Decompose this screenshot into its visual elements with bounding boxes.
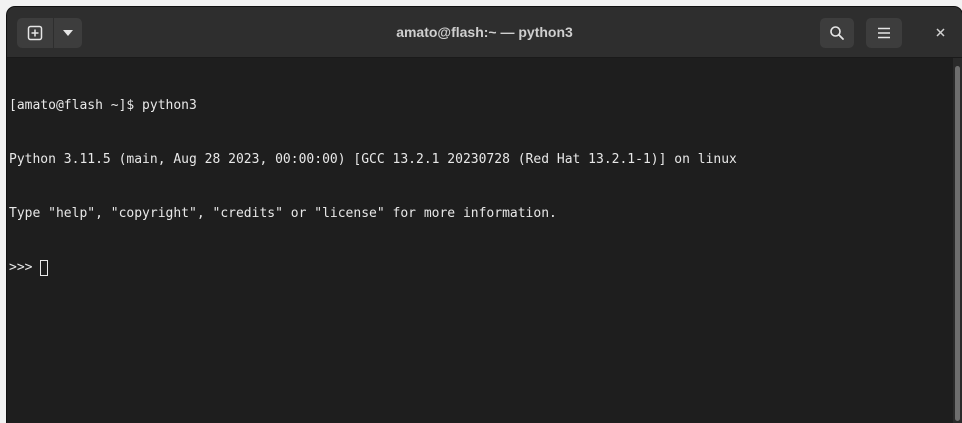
terminal-output[interactable]: [amato@flash ~]$ python3 Python 3.11.5 (… bbox=[7, 58, 953, 423]
terminal-prompt-line[interactable]: >>> bbox=[9, 259, 953, 277]
window-title: amato@flash:~ — python3 bbox=[396, 24, 573, 40]
terminal-line: Type "help", "copyright", "credits" or "… bbox=[9, 206, 557, 221]
terminal-line: [amato@flash ~]$ python3 bbox=[9, 98, 197, 113]
scrollbar[interactable] bbox=[953, 58, 962, 423]
terminal-window: amato@flash:~ — python3 [amato@flash ~]$… bbox=[7, 7, 962, 423]
new-tab-button[interactable] bbox=[17, 18, 53, 48]
scrollbar-thumb[interactable] bbox=[955, 66, 960, 421]
headerbar: amato@flash:~ — python3 bbox=[7, 7, 962, 58]
close-icon bbox=[935, 27, 945, 37]
terminal-line: Python 3.11.5 (main, Aug 28 2023, 00:00:… bbox=[9, 152, 737, 167]
search-icon bbox=[830, 26, 844, 40]
text-cursor bbox=[40, 260, 49, 276]
tab-menu-dropdown[interactable] bbox=[54, 18, 82, 48]
search-button[interactable] bbox=[820, 18, 854, 48]
plus-square-icon bbox=[27, 25, 43, 41]
main-menu-button[interactable] bbox=[866, 18, 902, 48]
python-prompt: >>> bbox=[9, 260, 41, 275]
chevron-down-icon bbox=[63, 30, 73, 36]
hamburger-menu-icon bbox=[878, 27, 890, 39]
close-button[interactable] bbox=[929, 21, 951, 43]
